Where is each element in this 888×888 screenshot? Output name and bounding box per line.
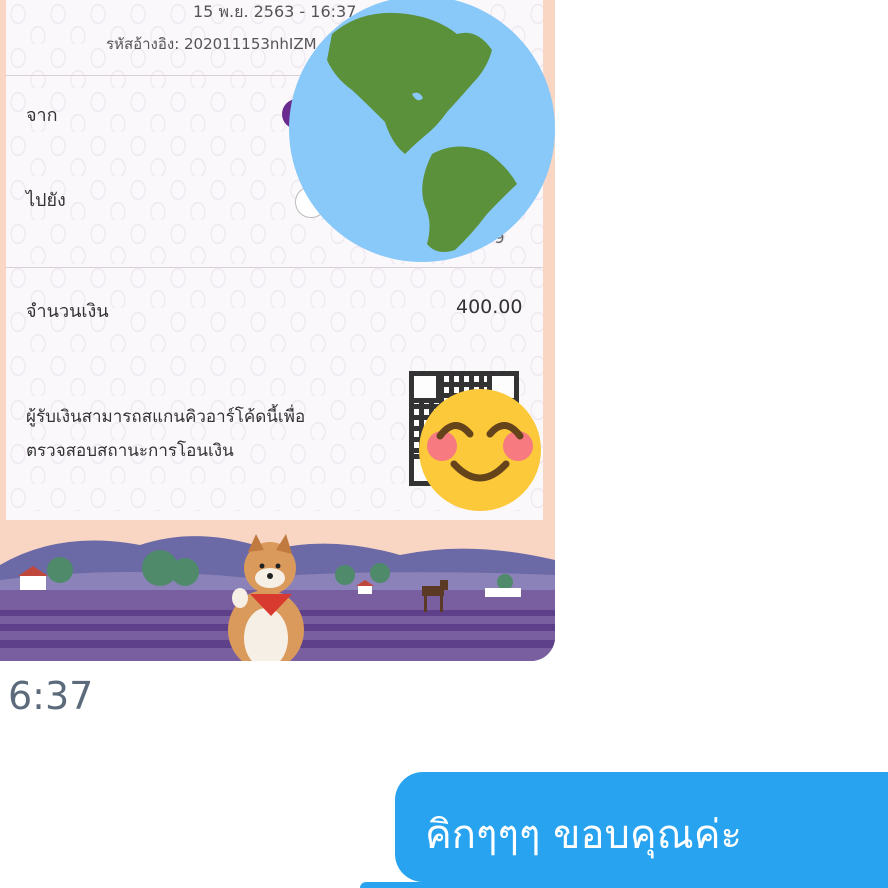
qr-note-line2: ตรวจสอบสถานะการโอนเงิน	[26, 441, 234, 461]
divider	[6, 267, 543, 268]
amount-value: 400.00	[456, 296, 523, 318]
outgoing-message-text: คิกๆๆๆ ขอบคุณค่ะ	[425, 812, 743, 858]
qr-note-line1: ผู้รับเงินสามารถสแกนคิวอาร์โค้ดนี้เพื่อ	[26, 407, 306, 427]
globe-americas-icon	[289, 0, 555, 262]
slip-reference: รหัสอ้างอิง: 202011153nhIZM	[106, 35, 317, 53]
amount-label: จำนวนเงิน	[26, 301, 109, 322]
message-timestamp: 6:37	[8, 674, 94, 718]
to-label: ไปยัง	[26, 190, 66, 211]
lavender-field-illustration	[0, 520, 555, 661]
from-label: จาก	[26, 105, 58, 126]
smiling-face-with-smiling-eyes-icon	[419, 389, 541, 511]
outgoing-message-bubble[interactable]: คิกๆๆๆ ขอบคุณค่ะ	[395, 772, 888, 882]
next-message-bubble-edge	[360, 882, 888, 888]
